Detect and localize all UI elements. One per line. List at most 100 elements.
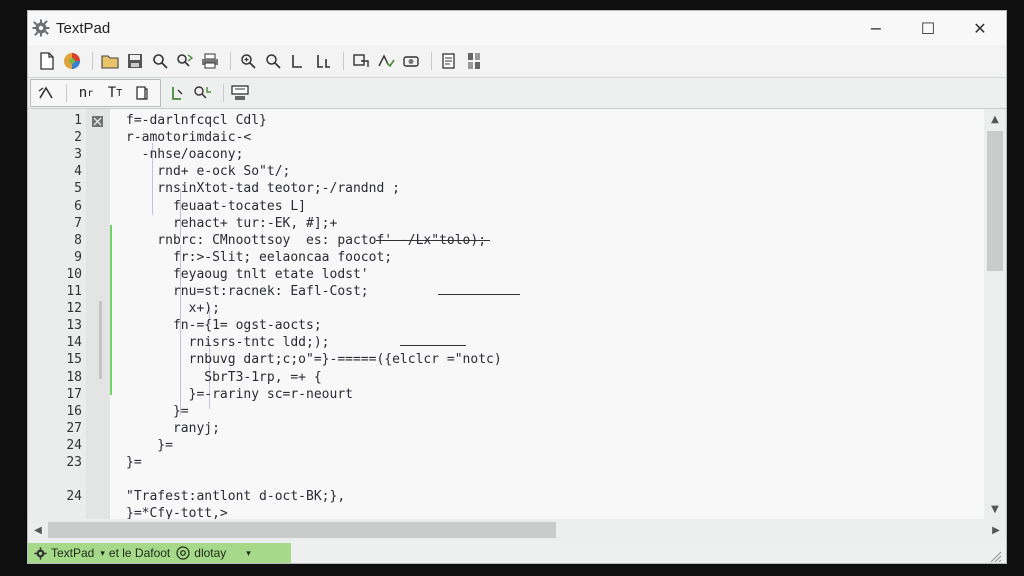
markers-icon[interactable] xyxy=(192,82,214,104)
gear-icon xyxy=(34,546,47,560)
collapsed-region-marker xyxy=(99,301,102,379)
title-case-label-1: T xyxy=(107,85,117,101)
line-number: 15 xyxy=(66,352,82,368)
gear-icon xyxy=(32,19,50,37)
line-number-gutter: 1 2 3 4 5 6 7 8 9 10 11 12 13 14 15 18 17 16 27 24 23 24 xyxy=(28,109,86,519)
bookmark-icon[interactable] xyxy=(35,82,57,104)
code-line[interactable]: SbrT3-1rp, =+ { xyxy=(126,369,321,386)
line-number: 27 xyxy=(66,420,82,436)
line-number: 17 xyxy=(66,386,82,402)
code-line[interactable]: feyaoug tnlt etate lodst' xyxy=(126,266,369,283)
line-number: 14 xyxy=(66,335,82,351)
scroll-up-arrow-icon[interactable]: ▲ xyxy=(984,109,1006,129)
open-colorful-icon[interactable] xyxy=(61,50,83,72)
code-line[interactable]: "Trafest:antlont d-oct-BK;}, xyxy=(126,488,345,505)
code-line[interactable]: }= xyxy=(126,454,142,471)
line-number: 24 xyxy=(66,437,82,453)
toolbar-separator xyxy=(230,52,231,70)
line-number: 2 xyxy=(74,130,82,146)
zoom-in-icon[interactable] xyxy=(237,50,259,72)
code-line[interactable]: }=-rariny sc=r-neourt xyxy=(126,386,353,403)
title-case-label-2: T xyxy=(116,87,123,99)
layout-icon[interactable] xyxy=(230,82,252,104)
toolbar-separator xyxy=(92,52,93,70)
code-line[interactable]: fn-={1= ogst-aocts; xyxy=(126,317,322,334)
line-number: 11 xyxy=(66,284,82,299)
code-line[interactable]: ranyj; xyxy=(126,420,220,437)
code-line[interactable]: rnbuvg dart;c;o"=}-=====({elclcr ="notc) xyxy=(126,351,502,368)
find-replace-icon[interactable] xyxy=(174,50,196,72)
find-icon[interactable] xyxy=(149,50,171,72)
code-line[interactable]: rnu=st:racnek: Eafl-Cost; xyxy=(126,283,369,300)
toolbar-separator xyxy=(223,84,224,102)
redo-icon[interactable] xyxy=(312,50,334,72)
folder-icon[interactable] xyxy=(99,50,121,72)
normal-text-button[interactable]: nr xyxy=(73,82,99,104)
save-icon[interactable] xyxy=(124,50,146,72)
scroll-left-arrow-icon[interactable]: ◀ xyxy=(28,519,48,541)
code-line[interactable]: x+); xyxy=(126,300,220,317)
format-icon[interactable] xyxy=(167,82,189,104)
chevron-down-icon[interactable]: ▾ xyxy=(246,548,251,559)
resize-grip-icon[interactable] xyxy=(988,548,1002,563)
code-editor[interactable]: 1 2 3 4 5 6 7 8 9 10 11 12 13 14 15 18 17 16 27 24 23 24 f=-d… xyxy=(28,109,1006,519)
line-number: 1 xyxy=(74,113,82,128)
spellcheck-icon[interactable] xyxy=(375,50,397,72)
code-line[interactable]: rnsinXtot-tad teotor;-/randnd ; xyxy=(126,180,400,197)
line-number: 4 xyxy=(74,164,82,180)
main-toolbar xyxy=(28,45,1006,77)
line-number: 5 xyxy=(74,181,82,197)
toolbar-separator xyxy=(66,84,67,102)
chevron-down-icon[interactable]: ▾ xyxy=(100,548,105,559)
vertical-scrollbar[interactable]: ▲ ▼ xyxy=(984,109,1006,519)
status-mode-label[interactable]: dlotay xyxy=(194,546,226,560)
scroll-right-arrow-icon[interactable]: ▶ xyxy=(986,519,1006,541)
minimize-button[interactable]: − xyxy=(850,11,902,45)
horizontal-scrollbar[interactable]: ◀ ▶ xyxy=(28,519,1006,541)
scroll-down-arrow-icon[interactable]: ▼ xyxy=(984,499,1006,519)
horizontal-scroll-thumb[interactable] xyxy=(48,522,556,538)
line-number: 24 xyxy=(66,489,82,505)
code-line[interactable]: feuaat-tocates L] xyxy=(126,198,306,215)
normal-text-suffix: r xyxy=(87,87,94,99)
window-title: TextPad xyxy=(56,19,111,37)
marker-column xyxy=(86,109,110,519)
code-line[interactable]: r-amotorimdaic-< xyxy=(126,129,251,146)
code-line[interactable]: rnisrs-tntc ldd;); xyxy=(126,334,330,351)
code-line[interactable]: -nhse/oacony; xyxy=(126,146,244,163)
code-line[interactable]: fr:>-Slit; eelaoncaa foocot; xyxy=(126,249,392,266)
code-line[interactable]: }= xyxy=(126,437,173,454)
code-line[interactable]: }= xyxy=(126,403,189,420)
zoom-out-icon[interactable] xyxy=(262,50,284,72)
settings-icon[interactable] xyxy=(463,50,485,72)
code-line[interactable]: rehact+ tur:-EK, #];+ xyxy=(126,215,337,232)
indent-icon[interactable] xyxy=(350,50,372,72)
maximize-button[interactable]: ☐ xyxy=(902,11,954,45)
book-icon[interactable] xyxy=(131,82,153,104)
line-number: 10 xyxy=(66,266,82,282)
document-list-icon[interactable] xyxy=(438,50,460,72)
line-number: 23 xyxy=(66,455,82,470)
title-case-button[interactable]: TT xyxy=(102,82,128,104)
code-line[interactable]: }=*Cfy-tott,> xyxy=(126,505,228,519)
code-line[interactable]: f=-darlnfcqcl Cdl} xyxy=(126,112,267,129)
formatting-group: nr TT xyxy=(30,79,161,107)
undo-icon[interactable] xyxy=(287,50,309,72)
status-pill[interactable]: TextPad ▾ et le Dafoot dlotay ▾ xyxy=(28,543,291,563)
print-icon[interactable] xyxy=(199,50,221,72)
line-number: 18 xyxy=(66,369,82,385)
close-button[interactable]: ✕ xyxy=(954,11,1006,45)
changed-lines-bar xyxy=(110,225,112,395)
line-number: 7 xyxy=(74,215,82,231)
toolbar-separator xyxy=(343,52,344,70)
vertical-scroll-thumb[interactable] xyxy=(987,131,1003,271)
new-file-icon[interactable] xyxy=(36,50,58,72)
window-controls: − ☐ ✕ xyxy=(850,11,1006,45)
line-number: 16 xyxy=(66,403,82,419)
line-number: 9 xyxy=(74,249,82,265)
line-number: 3 xyxy=(74,147,82,163)
code-line[interactable]: rnd+ e-ock So"t/; xyxy=(126,163,290,180)
bookmark-marker-icon[interactable] xyxy=(91,113,104,127)
tool-icon[interactable] xyxy=(400,50,422,72)
status-dropdown-label[interactable]: et le Dafoot xyxy=(109,546,170,560)
